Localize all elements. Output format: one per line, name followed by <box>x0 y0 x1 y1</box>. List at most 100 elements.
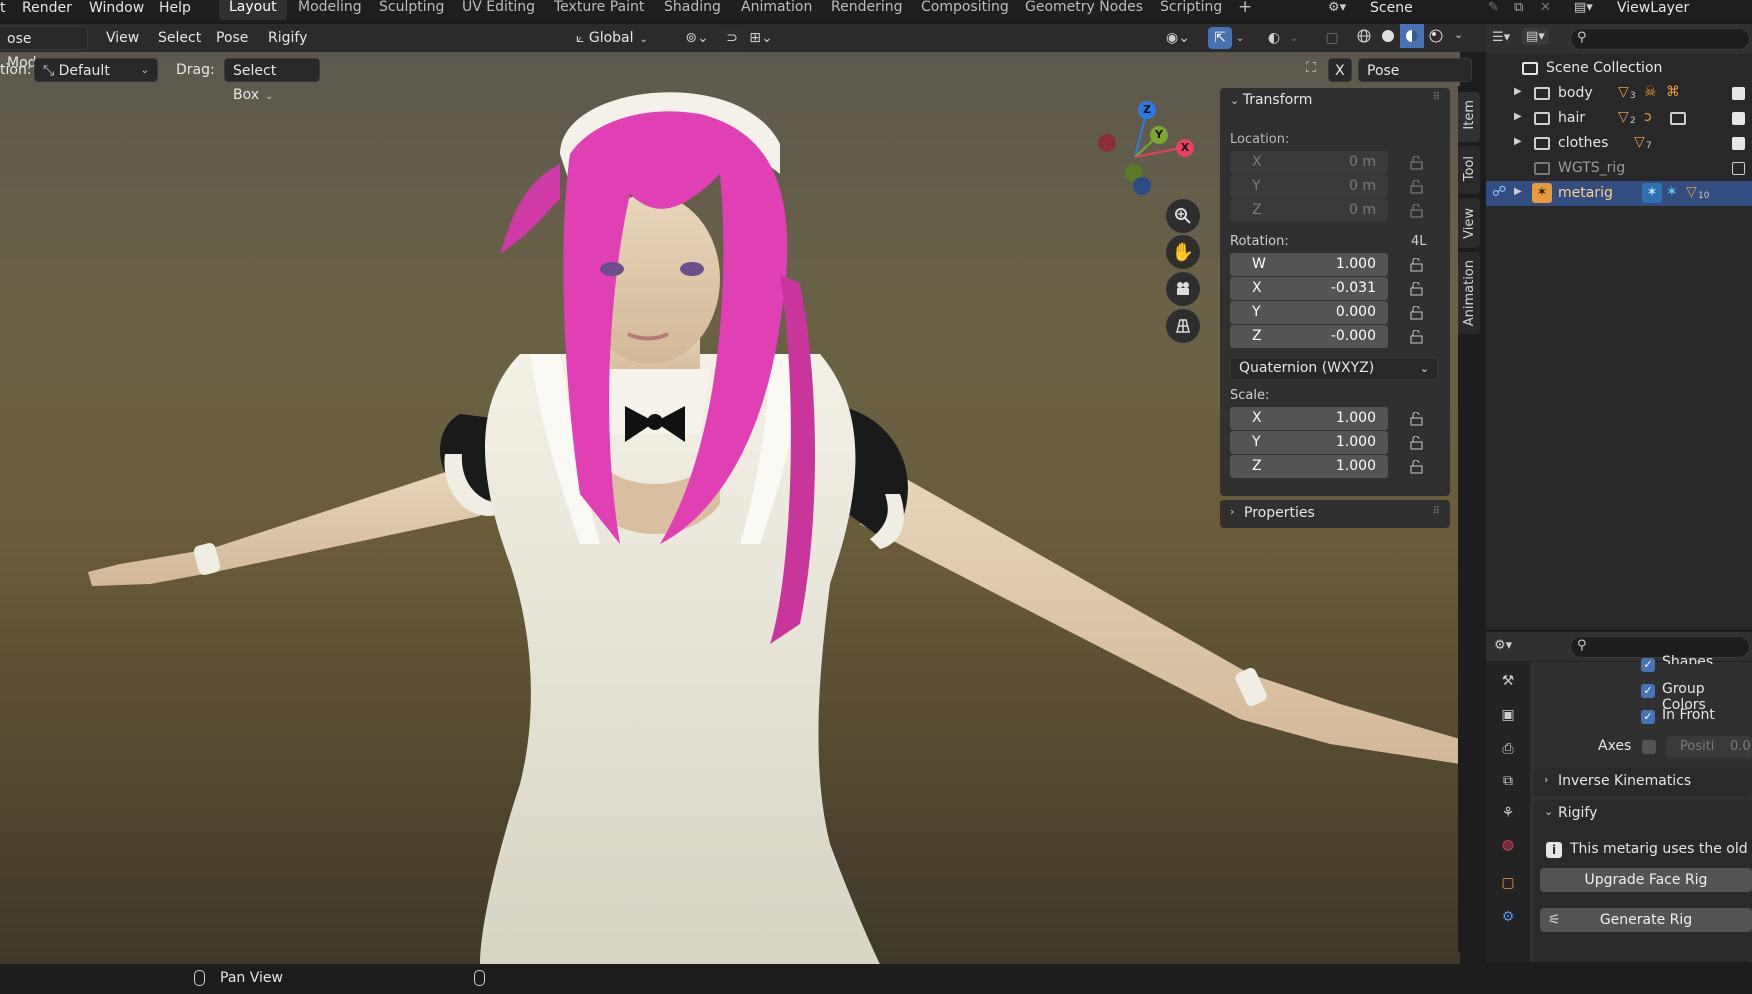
lock-icon[interactable] <box>1408 412 1424 426</box>
lock-icon[interactable] <box>1408 282 1424 296</box>
lock-icon[interactable] <box>1408 330 1424 344</box>
transform-orientation-selector[interactable]: ⟀ Global ⌄ <box>568 26 668 50</box>
exclude-checkbox[interactable] <box>1732 162 1745 175</box>
outliner-row-clothes[interactable]: ▶ clothes ▽ 7 <box>1486 131 1752 156</box>
pose-options-dropdown[interactable]: Pose Options⌄ <box>1358 58 1472 103</box>
lock-icon[interactable] <box>1408 156 1424 170</box>
editor-type-icon[interactable]: ☰▾ <box>1492 30 1510 45</box>
output-tab-icon[interactable]: ⎙ <box>1497 738 1519 760</box>
overlay-icon[interactable]: ◐ <box>1262 27 1286 49</box>
mirror-x-toggle[interactable]: X <box>1328 58 1352 82</box>
pose-mode-icon[interactable]: ☍ <box>1492 184 1506 200</box>
axes-position-field[interactable]: Positi 0.0 <box>1666 736 1752 758</box>
rotation-4l-toggle[interactable]: 4L <box>1411 234 1427 249</box>
tab-texture-paint[interactable]: Texture Paint <box>544 0 654 20</box>
scale-x-field[interactable]: X 1.000 <box>1230 407 1388 430</box>
rotation-mode-select[interactable]: Quaternion (WXYZ) ⌄ <box>1230 357 1438 380</box>
outliner-row-body[interactable]: ▶ body ▽ 3 ☠ ⌘ <box>1486 81 1752 106</box>
properties-subpanel[interactable]: › Properties ⠿ <box>1220 500 1450 528</box>
drag-selector[interactable]: Select Box ⌄ <box>224 58 320 103</box>
object-tab-icon[interactable]: ▢ <box>1497 872 1519 894</box>
camera-view-icon[interactable] <box>1166 272 1200 306</box>
tab-layout[interactable]: Layout <box>219 0 287 20</box>
lock-icon[interactable] <box>1408 204 1424 218</box>
tab-shading[interactable]: Shading <box>654 0 731 20</box>
menu-file-partial[interactable]: t <box>0 0 6 19</box>
pivot-point-icon[interactable]: ⊚⌄ <box>680 27 714 49</box>
mode-selector[interactable]: ose Mode⌄ <box>0 26 88 71</box>
expand-arrow-icon[interactable]: ▶ <box>1514 86 1522 97</box>
exclude-checkbox[interactable] <box>1732 87 1745 100</box>
tab-scripting[interactable]: Scripting <box>1150 0 1232 20</box>
generate-rig-button[interactable]: ⚟ Generate Rig <box>1540 908 1752 932</box>
mirror-icon[interactable]: ⛶ <box>1306 60 1316 76</box>
menu-select[interactable]: Select <box>158 30 201 46</box>
pan-hand-icon[interactable]: ✋ <box>1166 235 1200 269</box>
shapes-checkbox[interactable]: ✓ <box>1641 658 1655 672</box>
shading-options-chevron-icon[interactable]: ⌄ <box>1454 28 1463 41</box>
scene-name[interactable]: Scene <box>1370 0 1413 19</box>
outliner-search-input[interactable]: ⚲ <box>1570 28 1750 50</box>
tab-geometry-nodes[interactable]: Geometry Nodes <box>1015 0 1153 20</box>
gizmo-x-axis[interactable]: X <box>1176 139 1194 157</box>
outliner-scene-collection[interactable]: Scene Collection <box>1486 56 1752 81</box>
transform-orientation-dropdown[interactable]: ⤡ Default ⌄ <box>34 58 158 82</box>
group-colors-checkbox[interactable]: ✓ <box>1641 684 1655 698</box>
menu-rigify[interactable]: Rigify <box>268 30 307 46</box>
rigify-header[interactable]: ⌄ Rigify <box>1534 800 1752 828</box>
outliner-row-metarig[interactable]: ☍ ▶ ✶ metarig ✶ ✶ ▽ 10 <box>1486 181 1752 206</box>
tab-tool[interactable]: Tool <box>1458 146 1480 194</box>
tab-sculpting[interactable]: Sculpting <box>369 0 454 20</box>
lock-icon[interactable] <box>1408 460 1424 474</box>
viewlayer-icon[interactable]: ▤▾ <box>1574 0 1593 15</box>
snap-target-icon[interactable]: ⊞⌄ <box>744 27 778 49</box>
visibility-eye-icon[interactable]: ◉⌄ <box>1160 27 1196 49</box>
rotation-w-field[interactable]: W 1.000 <box>1230 253 1388 276</box>
drag-handle-icon[interactable]: ⠿ <box>1433 506 1440 517</box>
rotation-y-field[interactable]: Y 0.000 <box>1230 301 1388 324</box>
location-z-field[interactable]: Z 0 m <box>1230 199 1388 222</box>
axes-checkbox[interactable] <box>1642 740 1656 754</box>
wireframe-shading-icon[interactable] <box>1352 24 1376 48</box>
drag-handle-icon[interactable]: ⠿ <box>1433 92 1440 103</box>
modifier-tab-icon[interactable]: ⚙ <box>1497 906 1519 928</box>
material-shading-icon[interactable] <box>1400 24 1424 48</box>
scene-tab-icon[interactable]: ⚘ <box>1497 802 1519 824</box>
chevron-down-icon[interactable]: ⌄ <box>1232 27 1248 49</box>
zoom-icon[interactable] <box>1166 199 1200 233</box>
scene-selector-icon[interactable]: ⚙▾ <box>1328 0 1346 15</box>
properties-search-input[interactable]: ⚲ <box>1570 636 1750 658</box>
tab-animation[interactable]: Animation <box>731 0 822 20</box>
gizmo-z-axis[interactable]: Z <box>1138 101 1156 119</box>
outliner-row-hair[interactable]: ▶ hair ▽ 2 ↄ <box>1486 106 1752 131</box>
render-tab-icon[interactable]: ▣ <box>1497 704 1519 726</box>
lock-icon[interactable] <box>1408 306 1424 320</box>
in-front-checkbox[interactable]: ✓ <box>1641 710 1655 724</box>
gizmo-neg-x-axis[interactable] <box>1098 134 1116 152</box>
solid-shading-icon[interactable] <box>1376 24 1400 48</box>
scale-z-field[interactable]: Z 1.000 <box>1230 455 1388 478</box>
lock-icon[interactable] <box>1408 180 1424 194</box>
tab-compositing[interactable]: Compositing <box>911 0 1019 20</box>
rotation-x-field[interactable]: X -0.031 <box>1230 277 1388 300</box>
display-mode-icon[interactable]: ▤▾ <box>1522 28 1549 45</box>
xray-icon[interactable]: ▢ <box>1320 27 1344 49</box>
tab-animation[interactable]: Animation <box>1458 252 1480 334</box>
add-workspace-button[interactable]: + <box>1228 0 1262 20</box>
perspective-grid-icon[interactable] <box>1166 309 1200 343</box>
outliner-row-wgts-rig[interactable]: WGTS_rig <box>1486 156 1752 181</box>
new-scene-icon[interactable]: ⧉ <box>1514 0 1523 15</box>
chevron-down-icon[interactable]: ⌄ <box>1286 27 1302 49</box>
tab-rendering[interactable]: Rendering <box>821 0 913 20</box>
pin-icon[interactable]: ✎ <box>1488 0 1499 15</box>
menu-view[interactable]: View <box>106 30 139 46</box>
upgrade-face-rig-button[interactable]: Upgrade Face Rig <box>1540 868 1752 892</box>
inverse-kinematics-panel[interactable]: › Inverse Kinematics <box>1534 768 1752 796</box>
location-y-field[interactable]: Y 0 m <box>1230 175 1388 198</box>
expand-arrow-icon[interactable]: ▶ <box>1514 186 1522 197</box>
tab-modeling[interactable]: Modeling <box>288 0 372 20</box>
menu-window[interactable]: Window <box>89 0 144 19</box>
editor-type-icon[interactable]: ⚙▾ <box>1494 638 1512 653</box>
exclude-checkbox[interactable] <box>1732 137 1745 150</box>
tab-uv-editing[interactable]: UV Editing <box>452 0 545 20</box>
